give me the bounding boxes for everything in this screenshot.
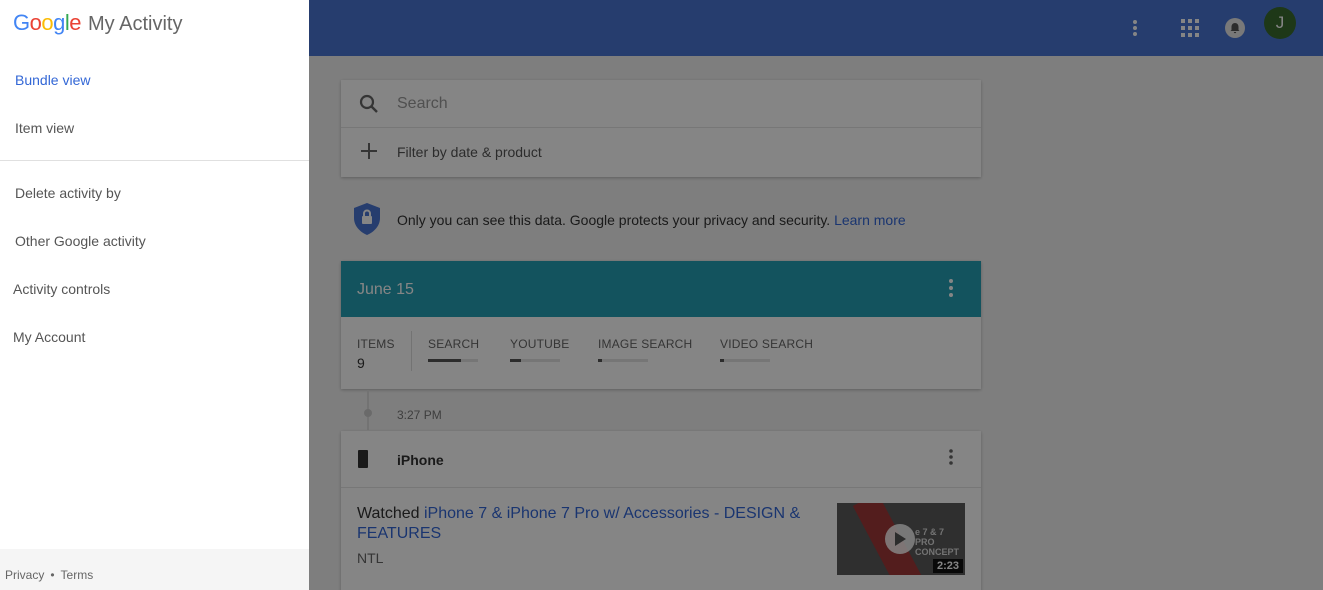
logo-letter: e <box>69 10 82 35</box>
logo-letter: G <box>13 10 30 35</box>
nav-bundle-view[interactable]: Bundle view <box>15 72 91 88</box>
terms-link[interactable]: Terms <box>61 568 94 582</box>
nav-other-google-activity[interactable]: Other Google activity <box>15 233 146 249</box>
footer-separator: • <box>50 568 55 582</box>
navigation-drawer: Google My Activity Bundle view Item view… <box>0 0 309 590</box>
nav-activity-controls[interactable]: Activity controls <box>13 281 110 297</box>
nav-delete-activity-by[interactable]: Delete activity by <box>15 185 121 201</box>
drawer-divider <box>0 160 309 161</box>
brand-logo[interactable]: Google My Activity <box>13 10 182 36</box>
nav-item-view[interactable]: Item view <box>15 120 74 136</box>
app-title: My Activity <box>88 13 183 35</box>
logo-letter: g <box>53 10 65 35</box>
google-wordmark: Google <box>13 10 82 36</box>
drawer-footer: Privacy • Terms <box>0 549 309 590</box>
footer-links: Privacy • Terms <box>5 568 93 582</box>
scrim-overlay[interactable] <box>309 0 1323 590</box>
logo-letter: o <box>29 10 42 35</box>
logo-letter: o <box>41 10 54 35</box>
privacy-link[interactable]: Privacy <box>5 568 44 582</box>
nav-my-account[interactable]: My Account <box>13 329 85 345</box>
